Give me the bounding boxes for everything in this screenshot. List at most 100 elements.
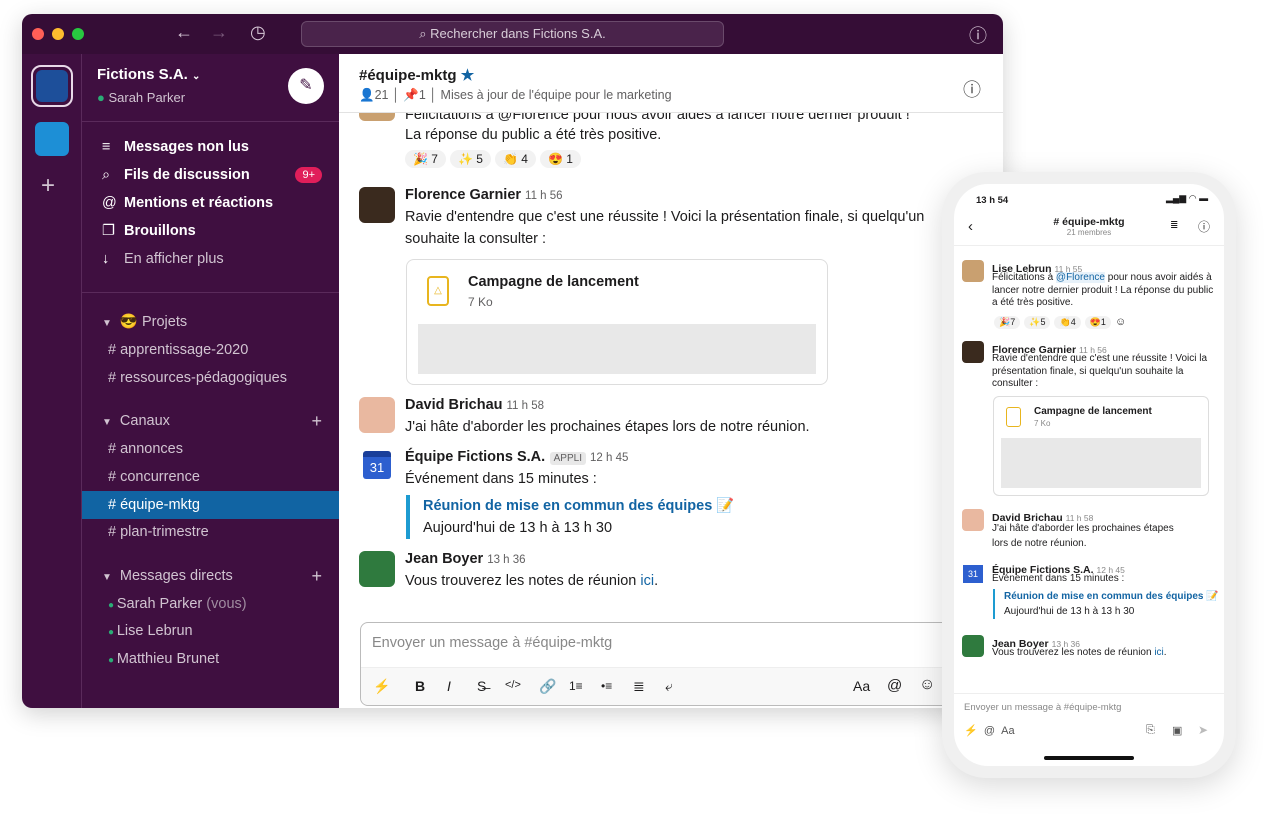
member-count[interactable]: 21 (375, 88, 389, 102)
section-channels[interactable]: ▼ Canaux + (102, 408, 322, 434)
add-dm-icon[interactable]: + (311, 563, 322, 589)
ordered-list-icon[interactable]: 1≡ (569, 679, 583, 693)
help-icon[interactable]: ⓘ (969, 22, 987, 48)
link-icon[interactable]: 🔗 (539, 678, 556, 695)
file-preview (418, 324, 816, 374)
workspace-name[interactable]: Fictions S.A. ⌄ (97, 66, 200, 83)
sidebar-item-mentions[interactable]: @ Mentions et réactions (102, 190, 273, 216)
dm-sarah-parker[interactable]: ● Sarah Parker (vous) (108, 591, 247, 617)
sidebar-item-threads[interactable]: ⌕ Fils de discussion 9+ (102, 162, 322, 188)
file-attachment[interactable]: Campagne de lancement 7 Ko (993, 396, 1209, 496)
reaction-clap[interactable]: 👏4 (1054, 316, 1081, 329)
channel-plan-trimestre[interactable]: # plan-trimestre (108, 519, 209, 545)
reaction-sparkles[interactable]: ✨ 5 (449, 150, 491, 168)
add-reaction-icon[interactable]: ☺ (1115, 316, 1126, 328)
author-name[interactable]: David Brichau (405, 397, 503, 413)
formatting-toggle-icon[interactable]: Aa (853, 678, 870, 694)
maximize-window-button[interactable] (72, 28, 84, 40)
back-arrow-icon[interactable]: ← (175, 22, 193, 43)
mobile-channel-header[interactable]: # équipe-mktg 21 membres (954, 216, 1224, 237)
code-icon[interactable]: </> (505, 679, 521, 691)
mention-icon[interactable]: @ (887, 677, 902, 694)
add-workspace-icon[interactable]: + (41, 172, 55, 200)
media-icon[interactable]: ▣ (1172, 724, 1182, 737)
message-input[interactable]: Envoyer un message à #équipe-mktg (372, 635, 612, 651)
sidebar-item-unread[interactable]: ≡ Messages non lus (102, 134, 249, 160)
author-name[interactable]: Jean Boyer (405, 551, 483, 567)
notes-link[interactable]: ici (640, 573, 654, 589)
reaction-clap[interactable]: 👏 4 (494, 150, 536, 168)
channel-info-icon[interactable]: ⓘ (963, 76, 981, 102)
arrow-down-icon: ↓ (102, 251, 110, 267)
event-title-link[interactable]: Réunion de mise en commun des équipes 📝 (423, 495, 734, 517)
online-status-icon: ● (108, 627, 117, 638)
mobile-message-input[interactable]: Envoyer un message à #équipe-mktg (964, 702, 1121, 713)
bulleted-list-icon[interactable]: •≡ (601, 679, 612, 693)
reaction-heart-eyes[interactable]: 😍1 (1084, 316, 1111, 329)
online-status-icon: ● (108, 655, 117, 666)
shortcuts-icon[interactable]: ⚡ (964, 725, 978, 737)
section-direct-messages[interactable]: ▼ Messages directs + (102, 563, 322, 589)
home-indicator (1044, 756, 1134, 760)
minimize-window-button[interactable] (52, 28, 64, 40)
workspace-second[interactable] (35, 122, 69, 156)
send-icon[interactable]: ➤ (1198, 723, 1208, 737)
search-list-icon[interactable]: ≣ (1170, 220, 1178, 231)
italic-icon[interactable]: I (447, 678, 451, 694)
event-title-link[interactable]: Réunion de mise en commun des équipes 📝 (1004, 589, 1219, 604)
history-icon[interactable]: ◷ (250, 22, 266, 43)
reaction-tada[interactable]: 🎉 7 (405, 150, 446, 168)
sidebar-item-drafts[interactable]: ❐ Brouillons (102, 218, 196, 244)
caret-down-icon: ▼ (102, 417, 112, 428)
code-block-icon[interactable]: ⤶ (665, 678, 673, 695)
app-badge: APPLI (549, 452, 586, 465)
bold-icon[interactable]: B (415, 678, 425, 694)
pin-count[interactable]: 1 (419, 88, 426, 102)
close-window-button[interactable] (32, 28, 44, 40)
forward-arrow-icon[interactable]: → (210, 22, 228, 43)
workspace-fictions[interactable] (31, 65, 73, 107)
attach-icon[interactable]: ⎘ (1146, 724, 1155, 737)
avatar-lise (962, 260, 984, 282)
divider (82, 292, 339, 293)
formatting-icon[interactable]: Aa (1001, 725, 1014, 737)
divider (954, 245, 1224, 246)
search-input[interactable]: ⌕ Rechercher dans Fictions S.A. (301, 21, 724, 47)
avatar-florence[interactable] (359, 187, 395, 223)
avatar-david[interactable] (359, 397, 395, 433)
timestamp: 11 h 56 (525, 190, 563, 202)
dm-lise-lebrun[interactable]: ● Lise Lebrun (108, 618, 193, 644)
channel-topic: Mises à jour de l'équipe pour le marketi… (440, 88, 672, 102)
compose-button[interactable]: ✎ (288, 68, 324, 104)
avatar-jean[interactable] (359, 551, 395, 587)
info-icon[interactable]: ⓘ (1198, 218, 1210, 235)
channel-annonces[interactable]: # annonces (108, 436, 183, 462)
star-icon[interactable]: ★ (461, 67, 474, 84)
author-name[interactable]: Équipe Fictions S.A. (405, 449, 545, 465)
reaction-heart-eyes[interactable]: 😍 1 (539, 150, 581, 168)
channel-view: #équipe-mktg ★ 👤21 │ 📌1 │ Mises à jour d… (339, 54, 1003, 708)
strikethrough-icon[interactable]: S̶ (477, 678, 486, 694)
emoji-icon[interactable]: ☺ (919, 676, 935, 694)
add-channel-icon[interactable]: + (311, 408, 322, 434)
channel-apprentissage-2020[interactable]: # apprentissage-2020 (108, 337, 248, 363)
message-text: Événement dans 15 minutes : (992, 573, 1125, 584)
shortcuts-icon[interactable]: ⚡ (373, 678, 390, 695)
author-name[interactable]: Florence Garnier (405, 187, 521, 203)
message-header: Jean Boyer 13 h 36 (405, 550, 526, 568)
file-icon (1006, 407, 1021, 427)
channel-ressources-pedagogiques[interactable]: # ressources-pédagogiques (108, 365, 287, 391)
signal-wifi-battery-icon: ▂▄▆ ◠ ▬ (1166, 193, 1209, 203)
file-attachment[interactable]: △ Campagne de lancement 7 Ko (406, 259, 828, 385)
dm-matthieu-brunet[interactable]: ● Matthieu Brunet (108, 646, 219, 672)
mention-icon[interactable]: @ (984, 725, 995, 737)
reaction-tada[interactable]: 🎉7 (994, 316, 1021, 329)
channel-title[interactable]: #équipe-mktg ★ (359, 66, 474, 84)
notes-link[interactable]: ici (1154, 647, 1163, 658)
blockquote-icon[interactable]: ≣ (633, 678, 645, 695)
sidebar-item-show-more[interactable]: ↓ En afficher plus (102, 246, 224, 272)
channel-equipe-mktg-selected[interactable]: # équipe-mktg (82, 491, 339, 519)
reaction-sparkles[interactable]: ✨5 (1024, 316, 1051, 329)
section-projects[interactable]: ▼ 😎 Projets (102, 309, 187, 335)
channel-concurrence[interactable]: # concurrence (108, 464, 200, 490)
